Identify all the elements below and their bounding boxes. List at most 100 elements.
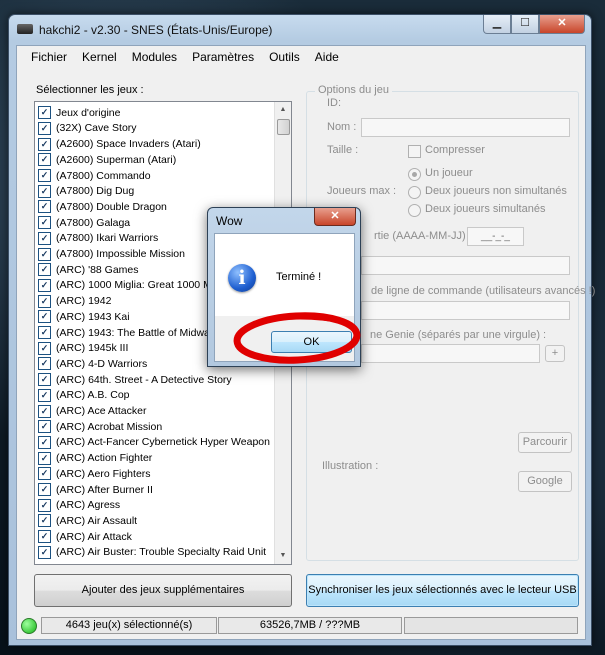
game-list-item[interactable]: ✓ (ARC) Agress xyxy=(38,498,120,514)
game-list-item[interactable]: ✓ (ARC) Ace Attacker xyxy=(38,403,146,419)
game-list-item[interactable]: ✓ (A7800) Impossible Mission xyxy=(38,246,185,262)
game-list-item[interactable]: ✓ (A2600) Space Invaders (Atari) xyxy=(38,136,201,152)
sync-usb-button[interactable]: Synchroniser les jeux sélectionnés avec … xyxy=(306,574,579,607)
radio-two-players-sim[interactable] xyxy=(408,204,421,217)
game-checkbox[interactable]: ✓ xyxy=(38,247,51,261)
game-list-item[interactable]: ✓ (ARC) 1945k III xyxy=(38,341,128,357)
game-list-item[interactable]: ✓ (ARC) 4-D Warriors xyxy=(38,356,147,372)
game-checkbox[interactable]: ✓ xyxy=(38,278,51,292)
publisher-input[interactable] xyxy=(361,256,570,275)
dialog-close-icon[interactable]: ✕ xyxy=(314,208,356,226)
radio-two-players-non-sim[interactable] xyxy=(408,186,421,199)
size-label: Taille : xyxy=(327,144,359,156)
game-checkbox[interactable]: ✓ xyxy=(38,530,51,544)
ok-button[interactable]: OK xyxy=(271,331,352,353)
minimize-icon[interactable]: ▁ xyxy=(483,15,511,34)
window-title: hakchi2 - v2.30 - SNES (États-Unis/Europ… xyxy=(39,23,273,37)
google-button[interactable]: Google xyxy=(518,471,572,492)
game-title: (A7800) Ikari Warriors xyxy=(56,232,159,245)
game-checkbox[interactable]: ✓ xyxy=(38,420,51,434)
game-checkbox[interactable]: ✓ xyxy=(38,231,51,245)
game-list-item[interactable]: ✓ (ARC) 1942 xyxy=(38,293,111,309)
game-checkbox[interactable]: ✓ xyxy=(38,451,51,465)
dialog-title: Wow xyxy=(216,214,243,228)
game-checkbox[interactable]: ✓ xyxy=(38,137,51,151)
game-list-item[interactable]: ✓ (A2600) Superman (Atari) xyxy=(38,152,176,168)
close-icon[interactable]: ✕ xyxy=(539,15,585,34)
game-list-item[interactable]: ✓ (ARC) Acrobat Mission xyxy=(38,419,162,435)
game-checkbox[interactable]: ✓ xyxy=(38,373,51,387)
game-list-item[interactable]: ✓ (ARC) 1000 Miglia: Great 1000 Miles xyxy=(38,278,228,294)
game-checkbox[interactable]: ✓ xyxy=(38,169,51,183)
game-checkbox[interactable]: ✓ xyxy=(38,200,51,214)
add-genie-button[interactable]: + xyxy=(545,345,565,362)
selected-count: 4643 jeu(x) sélectionné(s) xyxy=(41,617,217,634)
game-genie-label: ne Genie (séparés par une virgule) : xyxy=(370,329,547,341)
menu-kernel[interactable]: Kernel xyxy=(76,46,126,68)
menu-outils[interactable]: Outils xyxy=(263,46,309,68)
game-title: (ARC) Act-Fancer Cybernetick Hyper Weapo… xyxy=(56,436,270,449)
menu-aide[interactable]: Aide xyxy=(309,46,348,68)
game-checkbox[interactable]: ✓ xyxy=(38,121,51,135)
game-checkbox[interactable]: ✓ xyxy=(38,435,51,449)
title-bar[interactable]: hakchi2 - v2.30 - SNES (États-Unis/Europ… xyxy=(9,15,591,45)
game-list-item[interactable]: ✓ Jeux d'origine xyxy=(38,105,120,121)
menu-parametres[interactable]: Paramètres xyxy=(186,46,263,68)
game-checkbox[interactable]: ✓ xyxy=(38,545,51,559)
game-list-item[interactable]: ✓ (ARC) 1943: The Battle of Midway M xyxy=(38,325,227,341)
cmdline-input[interactable] xyxy=(361,301,570,320)
game-checkbox[interactable]: ✓ xyxy=(38,106,51,120)
game-list-item[interactable]: ✓ (A7800) Galaga xyxy=(38,215,130,231)
menu-modules[interactable]: Modules xyxy=(126,46,186,68)
add-games-button[interactable]: Ajouter des jeux supplémentaires xyxy=(34,574,292,607)
game-genie-input[interactable] xyxy=(361,344,540,363)
game-checkbox[interactable]: ✓ xyxy=(38,326,51,340)
game-list-item[interactable]: ✓ (A7800) Double Dragon xyxy=(38,199,167,215)
scroll-down-icon[interactable]: ▼ xyxy=(275,548,291,564)
game-list-item[interactable]: ✓ (ARC) 1943 Kai xyxy=(38,309,130,325)
game-list-item[interactable]: ✓ (A7800) Dig Dug xyxy=(38,184,134,200)
browse-button[interactable]: Parcourir xyxy=(518,432,572,453)
game-list-item[interactable]: ✓ (ARC) A.B. Cop xyxy=(38,388,130,404)
dialog-message: Terminé ! xyxy=(276,271,322,283)
game-checkbox[interactable]: ✓ xyxy=(38,263,51,277)
game-list-item[interactable]: ✓ (ARC) Air Attack xyxy=(38,529,132,545)
game-list-item[interactable]: ✓ (ARC) Act-Fancer Cybernetick Hyper Weap… xyxy=(38,435,270,451)
game-title: (ARC) 1943 Kai xyxy=(56,310,130,323)
game-checkbox[interactable]: ✓ xyxy=(38,341,51,355)
menu-fichier[interactable]: Fichier xyxy=(25,46,76,68)
game-list-item[interactable]: ✓ (ARC) Aero Fighters xyxy=(38,466,151,482)
game-checkbox[interactable]: ✓ xyxy=(38,483,51,497)
game-checkbox[interactable]: ✓ xyxy=(38,357,51,371)
game-list-item[interactable]: ✓ (ARC) Air Buster: Trouble Specialty Rai… xyxy=(38,545,266,561)
name-label: Nom : xyxy=(327,121,357,133)
release-date-input[interactable]: __-_-_ xyxy=(467,227,524,246)
radio-one-player[interactable] xyxy=(408,168,421,181)
game-checkbox[interactable]: ✓ xyxy=(38,216,51,230)
maximize-icon[interactable]: ☐ xyxy=(511,15,539,34)
game-list-item[interactable]: ✓ (ARC) Action Fighter xyxy=(38,450,152,466)
game-checkbox[interactable]: ✓ xyxy=(38,404,51,418)
game-checkbox[interactable]: ✓ xyxy=(38,294,51,308)
game-checkbox[interactable]: ✓ xyxy=(38,388,51,402)
game-title: (ARC) 64th. Street - A Detective Story xyxy=(56,373,232,386)
game-list-item[interactable]: ✓ (A7800) Commando xyxy=(38,168,151,184)
compress-checkbox[interactable] xyxy=(408,145,421,158)
game-checkbox[interactable]: ✓ xyxy=(38,153,51,167)
game-checkbox[interactable]: ✓ xyxy=(38,184,51,198)
game-list-item[interactable]: ✓ (ARC) After Burner II xyxy=(38,482,153,498)
game-list-item[interactable]: ✓ (ARC) Air Assault xyxy=(38,513,137,529)
name-input[interactable] xyxy=(361,118,570,137)
game-list-item[interactable]: ✓ (A7800) Ikari Warriors xyxy=(38,231,158,247)
scroll-thumb[interactable] xyxy=(277,119,290,135)
game-list-item[interactable]: ✓ (ARC) 64th. Street - A Detective Story xyxy=(38,372,232,388)
game-checkbox[interactable]: ✓ xyxy=(38,467,51,481)
scroll-up-icon[interactable]: ▲ xyxy=(275,102,291,118)
game-checkbox[interactable]: ✓ xyxy=(38,498,51,512)
menu-bar: Fichier Kernel Modules Paramètres Outils… xyxy=(17,46,593,68)
game-checkbox[interactable]: ✓ xyxy=(38,310,51,324)
game-list-item[interactable]: ✓ (32X) Cave Story xyxy=(38,121,137,137)
game-title: (A7800) Dig Dug xyxy=(56,185,135,198)
game-checkbox[interactable]: ✓ xyxy=(38,514,51,528)
game-list-item[interactable]: ✓ (ARC) '88 Games xyxy=(38,262,139,278)
